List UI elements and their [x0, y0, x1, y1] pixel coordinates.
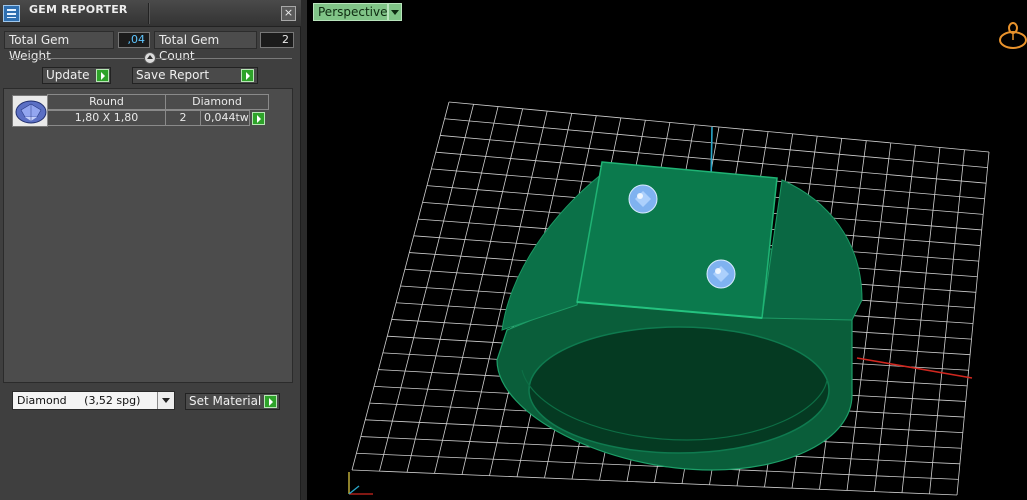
dropdown-arrow-icon[interactable]: [388, 3, 402, 21]
table-icon: [3, 5, 20, 22]
gem-stone: [706, 259, 736, 289]
ring-3d-scene[interactable]: [307, 0, 1027, 500]
dropdown-arrow-icon[interactable]: [157, 392, 174, 409]
gem-list: Round Diamond 1,80 X 1,80 2 0,044tw: [3, 88, 293, 383]
axis-indicator-icon: [348, 472, 373, 495]
save-report-button[interactable]: Save Report: [132, 67, 258, 84]
total-gem-weight-value: ,04: [118, 32, 150, 48]
gem-thumbnail-icon[interactable]: [12, 95, 48, 127]
update-button[interactable]: Update: [42, 67, 111, 84]
total-gem-count-label: Total Gem Count: [154, 31, 257, 63]
panel-title: GEM REPORTER: [29, 3, 128, 16]
gem-reporter-panel: GEM REPORTER × Total Gem Weight ,04 Tota…: [0, 0, 301, 500]
gem-count-cell: 2: [165, 110, 201, 126]
play-arrow-icon: [241, 69, 254, 82]
total-gem-count-value: 2: [260, 32, 294, 48]
material-selected-value: Diamond (3,52 spg): [17, 394, 141, 407]
play-arrow-icon: [96, 69, 109, 82]
ring-top-face: [576, 161, 778, 319]
3d-viewport[interactable]: Perspective: [302, 0, 1027, 500]
close-icon[interactable]: ×: [281, 6, 296, 21]
gem-shape-header: Round: [47, 94, 166, 110]
gem-type-header: Diamond: [165, 94, 269, 110]
set-material-button-label: Set Material: [189, 394, 262, 408]
view-mode-tab[interactable]: Perspective: [313, 3, 388, 21]
slider-knob-icon[interactable]: [144, 52, 156, 64]
x-axis-line: [856, 357, 973, 379]
gem-weight-cell: 0,044tw: [200, 110, 250, 126]
material-dropdown[interactable]: Diamond (3,52 spg): [12, 391, 175, 410]
total-gem-weight-label: Total Gem Weight: [4, 31, 114, 63]
save-report-button-label: Save Report: [136, 68, 210, 82]
title-divider: [148, 3, 149, 24]
panel-title-bar: GEM REPORTER ×: [0, 0, 301, 27]
ring-orientation-icon[interactable]: [997, 18, 1027, 52]
update-button-label: Update: [46, 68, 90, 82]
set-material-button[interactable]: Set Material: [185, 393, 280, 410]
play-arrow-icon[interactable]: [252, 112, 265, 125]
ring-inner-opening: [528, 326, 830, 454]
play-arrow-icon: [264, 395, 277, 408]
gem-stone: [628, 184, 658, 214]
gem-size-cell: 1,80 X 1,80: [47, 110, 166, 126]
